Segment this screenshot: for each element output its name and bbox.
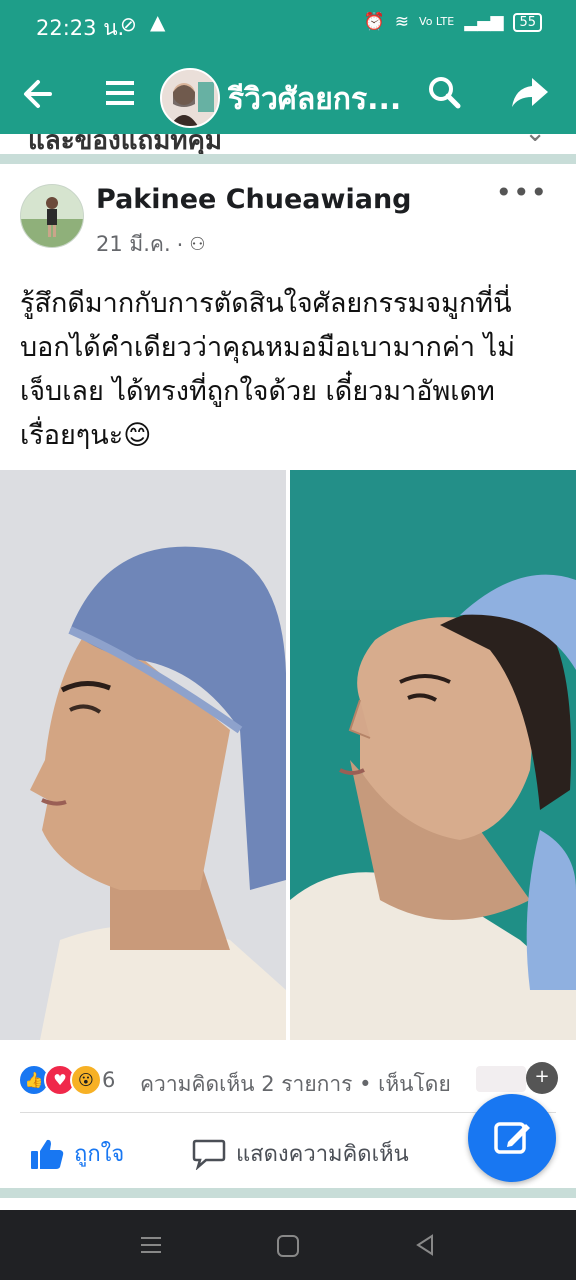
battery-indicator: 55 [513, 12, 542, 32]
warning-icon: ▲ [150, 10, 166, 34]
post-text-line-2: บอกได้คำเดียวว่าคุณหมอมือเบามากค่า ไม่ [20, 332, 516, 363]
seen-by-avatars[interactable] [476, 1066, 526, 1092]
back-arrow-icon[interactable] [20, 76, 56, 112]
share-icon[interactable] [510, 74, 550, 110]
home-icon[interactable] [276, 1234, 300, 1258]
smiling-emoji-icon: 😊 [123, 420, 152, 451]
menu-icon[interactable] [106, 78, 134, 108]
system-nav-bar [0, 1210, 576, 1280]
post-photo-after[interactable] [290, 470, 576, 1040]
chevron-icon: ⌄ [524, 134, 546, 148]
search-icon[interactable] [426, 74, 462, 110]
more-seen-icon[interactable]: + [526, 1062, 558, 1094]
like-button[interactable]: ถูกใจ [30, 1136, 124, 1171]
status-bar: 22:23 น. ⊘ ▲ ⏰ ≋ Vo LTE ▂▄▆ 55 [0, 0, 576, 52]
post-text-line-3: เจ็บเลย ได้ทรงที่ถูกใจด้วย เดี๋ยวมาอัพเด… [20, 376, 495, 407]
post-body: รู้สึกดีมากกับการตัดสินใจศัลยกรรมจมูกที่… [20, 282, 560, 458]
status-time: 22:23 น. [36, 16, 125, 40]
comment-icon [192, 1139, 226, 1170]
status-right: ⏰ ≋ Vo LTE ▂▄▆ 55 [364, 12, 542, 32]
network-label: Vo LTE [419, 15, 455, 28]
recent-apps-icon[interactable] [140, 1234, 162, 1256]
alarm-icon: ⏰ [363, 12, 385, 32]
comment-button[interactable]: แสดงความคิดเห็น [192, 1136, 409, 1171]
bottom-separator [0, 1188, 576, 1198]
signal-icon: ▂▄▆ [464, 12, 504, 32]
reaction-icons[interactable]: 👍 ♥ 😮 [18, 1064, 102, 1096]
post-author-name[interactable]: Pakinee Chueawiang [96, 184, 412, 215]
comment-label: แสดงความคิดเห็น [236, 1142, 409, 1167]
compose-fab[interactable] [468, 1094, 556, 1182]
dot-separator: · [176, 232, 184, 257]
page-title: รีวิวศัลยกร... [228, 82, 402, 117]
comments-summary[interactable]: ความคิดเห็น 2 รายการ • เห็นโดย [140, 1068, 451, 1101]
post-text-line-4: เรื่อยๆนะ😊 [20, 420, 152, 451]
sync-icon: ⊘ [120, 12, 137, 36]
post-date[interactable]: 21 มี.ค. [96, 228, 171, 261]
like-label: ถูกใจ [74, 1142, 125, 1167]
reaction-count[interactable]: 6 [102, 1068, 115, 1092]
more-options-icon[interactable]: ••• [495, 176, 548, 209]
friends-audience-icon: ⚇ [189, 234, 206, 255]
post-photo-before[interactable] [0, 470, 286, 1040]
post-separator [0, 154, 576, 164]
author-avatar[interactable] [20, 184, 84, 248]
like-icon [31, 1139, 64, 1169]
page-avatar[interactable] [160, 68, 220, 128]
wow-reaction-icon: 😮 [70, 1064, 102, 1096]
post-text-line-1: รู้สึกดีมากกับการตัดสินใจศัลยกรรมจมูกที่… [20, 288, 512, 319]
back-nav-icon[interactable] [414, 1234, 436, 1256]
wifi-icon: ≋ [394, 12, 410, 32]
post-meta: 21 มี.ค. · ⚇ [96, 228, 205, 261]
app-bar: รีวิวศัลยกร... [0, 52, 576, 134]
compose-edit-icon [494, 1122, 530, 1154]
